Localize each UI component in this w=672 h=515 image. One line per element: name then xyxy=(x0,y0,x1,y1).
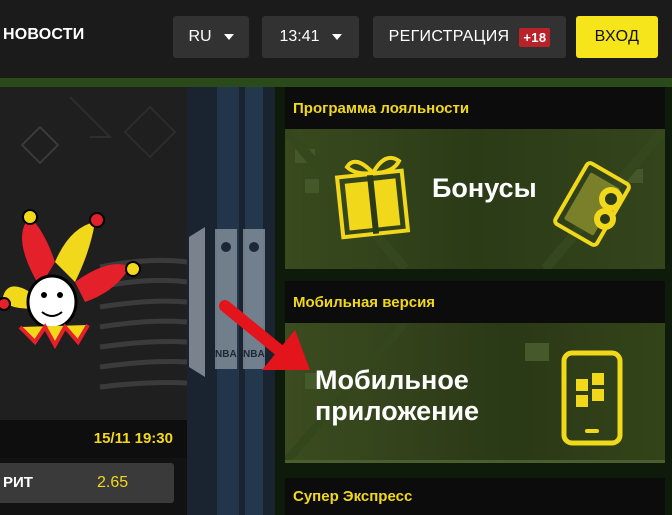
event-banner[interactable] xyxy=(0,87,187,420)
mobile-banner-line1: Мобильное xyxy=(315,365,469,395)
top-header: НОВОСТИ RU 13:41 РЕГИСТРАЦИЯ +18 ВХОД xyxy=(0,0,672,78)
mobile-banner-line2: приложение xyxy=(315,396,480,426)
chevron-down-icon xyxy=(331,34,342,40)
register-button[interactable]: РЕГИСТРАЦИЯ +18 xyxy=(373,16,566,58)
promo-mobile-heading[interactable]: Мобильная версия xyxy=(285,281,665,323)
language-select[interactable]: RU xyxy=(173,16,249,58)
language-value: RU xyxy=(188,28,212,45)
promo-mobile-banner[interactable]: Мобильное приложение xyxy=(285,323,665,463)
age-badge: +18 xyxy=(519,27,551,47)
promo-loyalty-heading[interactable]: Программа лояльности xyxy=(285,87,665,129)
promo-bonus-banner[interactable]: Бонусы xyxy=(285,129,665,269)
nba-banner-art: NBA NBA xyxy=(187,87,275,515)
register-label: РЕГИСТРАЦИЯ xyxy=(388,28,510,45)
odds-button[interactable]: РИТ 2.65 xyxy=(0,463,174,503)
mobile-banner-text: Мобильное приложение xyxy=(315,365,479,427)
login-button[interactable]: ВХОД xyxy=(576,16,658,58)
nba-logo: NBA NBA xyxy=(189,227,265,377)
nav-news-link[interactable]: НОВОСТИ xyxy=(3,26,84,44)
page-root: НОВОСТИ RU 13:41 РЕГИСТРАЦИЯ +18 ВХОД 15… xyxy=(0,0,672,515)
odds-row: РИТ 2.65 xyxy=(0,458,187,515)
outcome-label: РИТ xyxy=(3,474,33,491)
match-info-bar: 15/11 19:30 xyxy=(0,420,187,458)
header-divider xyxy=(0,78,672,87)
time-value: 13:41 xyxy=(279,28,320,45)
match-datetime: 15/11 19:30 xyxy=(93,430,173,447)
event-banner-art xyxy=(0,87,187,420)
secondary-banner[interactable]: NBA NBA xyxy=(187,87,275,515)
svg-text:NBA: NBA xyxy=(215,349,237,360)
bonus-banner-text: Бонусы xyxy=(432,173,537,203)
time-select[interactable]: 13:41 xyxy=(262,16,359,58)
odds-value: 2.65 xyxy=(97,474,129,491)
promo-express-heading[interactable]: Супер Экспресс xyxy=(285,478,665,515)
svg-text:NBA: NBA xyxy=(243,349,265,360)
chevron-down-icon xyxy=(223,34,234,40)
